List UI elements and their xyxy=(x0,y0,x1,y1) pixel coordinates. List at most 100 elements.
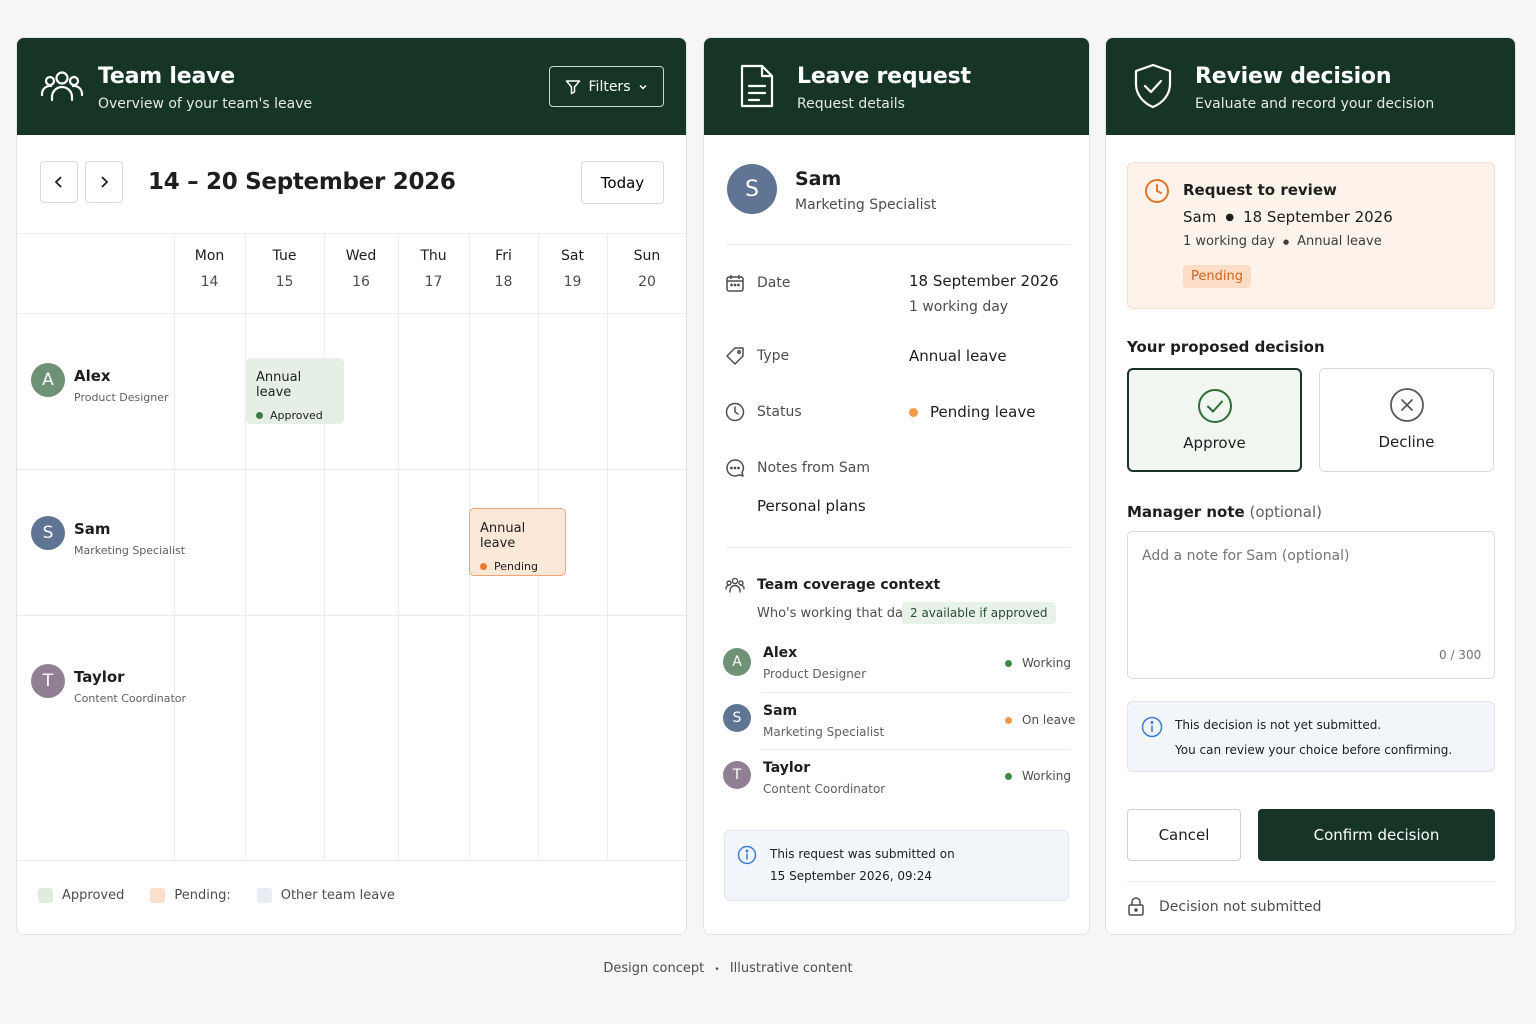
chevron-left-icon xyxy=(53,175,65,189)
next-week-button[interactable] xyxy=(85,161,123,203)
status-badge: Pending xyxy=(1183,265,1251,288)
grid-divider xyxy=(607,234,608,861)
review-decision-panel: Review decision Evaluate and record your… xyxy=(1105,37,1516,935)
panel-subtitle: Request details xyxy=(797,96,905,112)
date-value: 18 September 2026 xyxy=(909,272,1059,290)
x-circle-icon xyxy=(1389,387,1425,423)
person-name: Sam xyxy=(74,520,111,538)
status-dot xyxy=(256,412,263,419)
person-role: Product Designer xyxy=(74,391,169,404)
decline-label: Decline xyxy=(1378,433,1435,451)
status-dot xyxy=(1005,659,1012,667)
previous-week-button[interactable] xyxy=(40,161,78,203)
today-button[interactable]: Today xyxy=(581,161,664,204)
confirm-decision-button[interactable]: Confirm decision xyxy=(1258,809,1495,861)
day-header-wed: Wed 16 xyxy=(345,248,377,290)
team-icon xyxy=(725,575,745,595)
type-value: Annual leave xyxy=(909,347,1007,365)
status-value: Pending leave xyxy=(930,403,1036,421)
coverage-role: Content Coordinator xyxy=(763,782,886,796)
avatar: T xyxy=(31,664,65,698)
panel-subtitle: Evaluate and record your decision xyxy=(1195,96,1435,112)
grid-divider xyxy=(17,615,686,616)
filter-icon xyxy=(565,79,581,95)
person-role: Content Coordinator xyxy=(74,692,187,705)
info-icon xyxy=(1141,716,1163,738)
status-dot xyxy=(1005,772,1012,780)
chevron-right-icon xyxy=(98,175,110,189)
divider xyxy=(761,692,1070,693)
status-dot xyxy=(1005,716,1012,724)
availability-chip: 2 available if approved xyxy=(902,602,1056,624)
person-name: Alex xyxy=(74,367,111,385)
leave-status: Pending xyxy=(480,560,555,573)
day-header-thu: Thu 17 xyxy=(420,248,447,290)
filters-button[interactable]: Filters xyxy=(549,66,664,107)
cancel-button[interactable]: Cancel xyxy=(1127,809,1241,861)
submitted-info-box: This request was submitted on 15 Septemb… xyxy=(724,830,1069,901)
leave-type: Annual leave xyxy=(256,370,302,400)
proposed-decision-label: Your proposed decision xyxy=(1127,338,1325,356)
review-card-title: Request to review xyxy=(1183,181,1337,199)
employee-role: Marketing Specialist xyxy=(795,197,937,213)
grid-divider xyxy=(398,234,399,861)
person-name: Taylor xyxy=(74,668,125,686)
coverage-name: Taylor xyxy=(763,760,811,776)
avatar: A xyxy=(31,363,65,397)
leave-status: Approved xyxy=(256,409,334,422)
divider xyxy=(725,547,1070,548)
manager-note-label: Manager note (optional) xyxy=(1127,503,1322,521)
day-header-sat: Sat 19 xyxy=(561,248,584,290)
person-role: Marketing Specialist xyxy=(74,544,186,557)
day-header-tue: Tue 15 xyxy=(272,248,297,290)
team-leave-header: Team leave Overview of your team's leave… xyxy=(17,38,686,135)
leave-type: Annual leave xyxy=(480,521,526,551)
legend-swatch xyxy=(256,888,272,903)
legend-label: Approved xyxy=(62,888,125,903)
notes-value: Personal plans xyxy=(757,497,866,515)
submitted-timestamp: 15 September 2026, 09:24 xyxy=(770,869,932,883)
coverage-name: Sam xyxy=(763,703,798,719)
grid-divider xyxy=(245,234,246,861)
review-card-details: 1 working day ● Annual leave xyxy=(1183,234,1382,249)
legend-label: Pending: xyxy=(174,888,231,903)
footer-note: Design concept • Illustrative content xyxy=(603,961,853,976)
calendar-legend: Approved Pending: Other team leave xyxy=(38,888,421,903)
avatar: A xyxy=(723,648,751,676)
status-dot xyxy=(909,408,918,417)
review-card-summary: Sam ● 18 September 2026 xyxy=(1183,208,1393,226)
character-counter: 0 / 300 xyxy=(1439,648,1482,662)
team-icon xyxy=(38,62,86,110)
coverage-subtitle: Who's working that day xyxy=(757,606,911,621)
check-circle-icon xyxy=(1197,388,1233,424)
info-icon xyxy=(737,845,757,865)
coverage-title: Team coverage context xyxy=(757,577,941,593)
coverage-name: Alex xyxy=(763,645,798,661)
status-dot xyxy=(480,563,487,570)
notes-label: Notes from Sam xyxy=(757,460,871,476)
panel-title: Leave request xyxy=(797,64,971,89)
document-icon xyxy=(734,62,782,110)
decline-option[interactable]: Decline xyxy=(1319,368,1494,472)
avatar: T xyxy=(723,761,751,789)
legend-label: Other team leave xyxy=(280,888,395,903)
coverage-status: Working xyxy=(1005,769,1071,783)
submitted-text: This request was submitted on xyxy=(770,847,955,861)
panel-title: Review decision xyxy=(1195,64,1392,89)
info-text: You can review your choice before confir… xyxy=(1175,743,1453,757)
divider xyxy=(1127,881,1495,882)
panel-subtitle: Overview of your team's leave xyxy=(98,96,313,112)
coverage-role: Product Designer xyxy=(763,667,867,681)
calendar-icon xyxy=(725,273,745,293)
team-leave-panel: Team leave Overview of your team's leave… xyxy=(16,37,687,935)
legend-swatch xyxy=(38,888,53,903)
approve-label: Approve xyxy=(1183,434,1246,452)
type-label: Type xyxy=(757,348,790,364)
grid-divider xyxy=(324,234,325,861)
divider xyxy=(761,749,1070,750)
leave-block-sam[interactable]: Annual leave Pending xyxy=(469,508,566,576)
week-range: 14 – 20 September 2026 xyxy=(148,169,456,195)
approve-option[interactable]: Approve xyxy=(1127,368,1302,472)
coverage-status: Working xyxy=(1005,656,1071,670)
leave-block-alex[interactable]: Annual leave Approved xyxy=(246,358,344,424)
